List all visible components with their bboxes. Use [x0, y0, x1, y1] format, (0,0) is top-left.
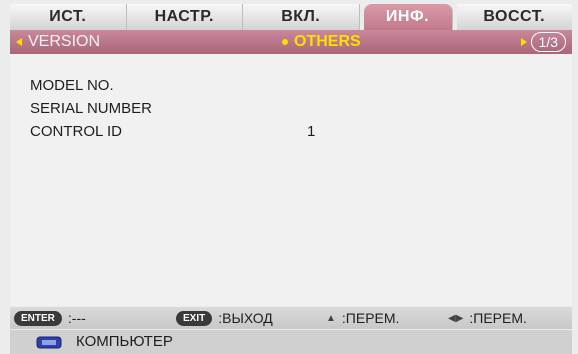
help-exit: EXIT :ВЫХОД — [176, 310, 273, 326]
help-updown: ▲︎ :ПЕРЕМ. — [326, 310, 399, 326]
page-navigation[interactable]: 1/3 — [520, 32, 566, 52]
sub-tab-version[interactable]: VERSION — [16, 33, 100, 51]
source-label: КОМПЬЮТЕР — [76, 333, 173, 350]
info-row-model: MODEL NO. — [30, 75, 114, 97]
tab-on[interactable]: ВКЛ. — [243, 4, 360, 30]
help-bar: ENTER :--- EXIT :ВЫХОД ▲︎ :ПЕРЕМ. ◀▶ :ПЕ… — [10, 307, 572, 329]
sub-tab-version-label: VERSION — [28, 33, 101, 50]
info-row-serial: SERIAL NUMBER — [30, 98, 152, 120]
tab-info[interactable]: ИНФ. — [363, 4, 453, 30]
help-enter-text: :--- — [67, 310, 86, 326]
sub-tab-bar: VERSION OTHERS 1/3 — [10, 30, 572, 54]
tab-reset[interactable]: ВОССТ. — [456, 4, 572, 30]
exit-key-icon: EXIT — [176, 310, 213, 326]
tab-bar: ИСТ. НАСТР. ВКЛ. ИНФ. ВОССТ. — [10, 4, 572, 30]
arrow-right-icon — [520, 38, 527, 46]
control-id-value: 1 — [307, 123, 316, 140]
sub-tab-others[interactable]: OTHERS — [282, 33, 361, 51]
info-panel: MODEL NO. SERIAL NUMBER CONTROL ID 1 — [10, 54, 572, 306]
help-leftright-text: :ПЕРЕМ. — [469, 310, 527, 326]
sub-tab-others-label: OTHERS — [294, 33, 361, 50]
page-indicator: 1/3 — [530, 32, 566, 52]
tab-source[interactable]: ИСТ. — [10, 4, 127, 30]
source-bar: КОМПЬЮТЕР — [10, 330, 572, 354]
control-id-label: CONTROL ID — [30, 123, 122, 140]
help-exit-text: :ВЫХОД — [218, 310, 273, 326]
info-row-control-id: CONTROL ID 1 — [30, 121, 315, 143]
menu-window: ИСТ. НАСТР. ВКЛ. ИНФ. ВОССТ. VERSION OTH… — [0, 0, 578, 354]
help-leftright: ◀▶ :ПЕРЕМ. — [448, 310, 527, 326]
help-enter: ENTER :--- — [14, 310, 86, 326]
left-right-arrows-icon: ◀▶ — [448, 312, 464, 324]
enter-key-icon: ENTER — [14, 310, 62, 326]
serial-number-label: SERIAL NUMBER — [30, 100, 152, 117]
model-no-label: MODEL NO. — [30, 77, 114, 94]
arrow-left-icon — [16, 38, 22, 46]
up-down-arrows-icon: ▲︎ — [326, 312, 336, 324]
tab-setup[interactable]: НАСТР. — [126, 4, 243, 30]
monitor-icon — [36, 336, 62, 353]
selected-dot-icon — [282, 39, 288, 45]
help-updown-text: :ПЕРЕМ. — [341, 310, 400, 326]
